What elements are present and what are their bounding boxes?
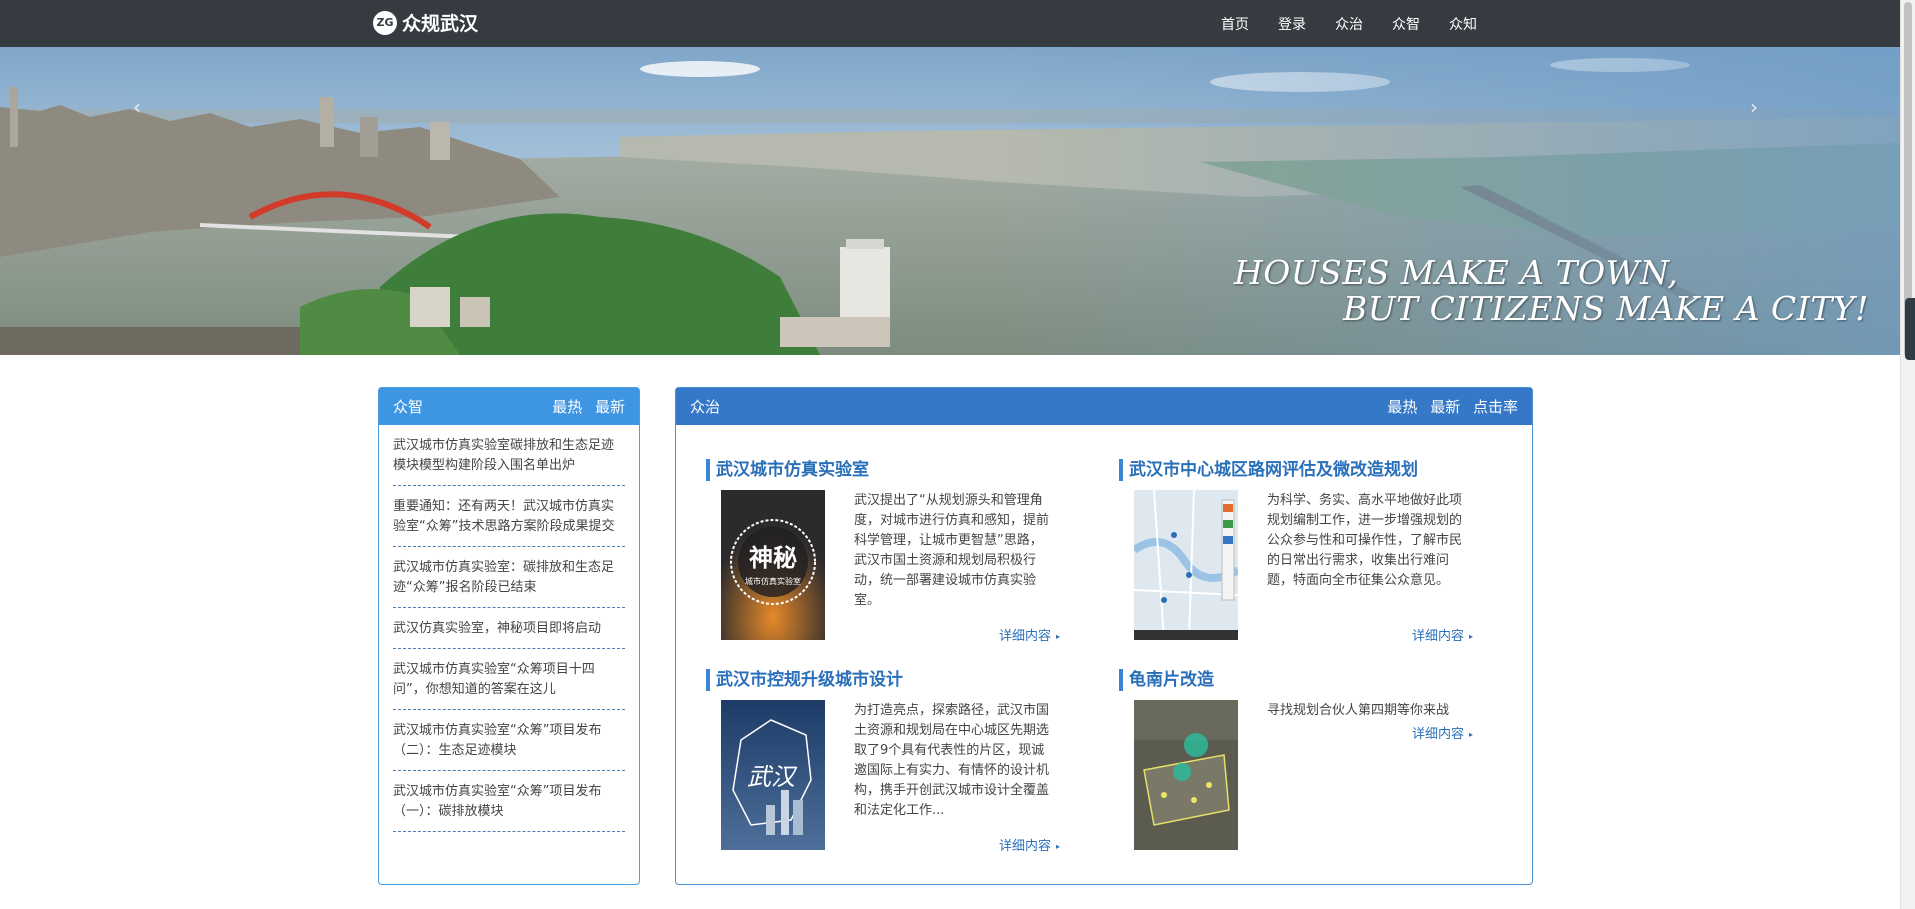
project-card: 武汉市中心城区路网评估及微改造规划 为科学、务实、高水平地做好此项规划编制工作，…	[1119, 459, 1499, 659]
project-card: 武汉市控规升级城市设计 武汉 为打造亮点，探索路径，武汉市国土资源和规划局在中心…	[706, 669, 1086, 869]
panel-title: 众治	[690, 398, 721, 416]
list-item[interactable]: 武汉城市仿真实验室“众筹”项目发布（二）：生态足迹模块	[393, 710, 625, 771]
logo-badge-icon: ZG	[373, 10, 397, 35]
triangle-right-icon: ▸	[1468, 632, 1473, 641]
tab-newest[interactable]: 最新	[1430, 398, 1460, 416]
list-item[interactable]: 武汉仿真实验室，神秘项目即将启动	[393, 608, 625, 649]
side-float-tab[interactable]	[1905, 298, 1915, 360]
road-network-map-image	[1134, 490, 1238, 640]
banner-slogan-line1: HOUSES MAKE A TOWN,	[1234, 253, 1679, 292]
project-card: 龟南片改造 寻找规划合伙人第四期等你来战 详细内容 ▸	[1119, 669, 1499, 869]
card-title[interactable]: 龟南片改造	[1119, 669, 1214, 691]
tab-click-rate[interactable]: 点击率	[1473, 398, 1518, 416]
list-item[interactable]: 武汉城市仿真实验室碳排放和生态足迹模块模型构建阶段入围名单出炉	[393, 425, 625, 486]
nav-login[interactable]: 登录	[1278, 14, 1306, 34]
card-thumbnail[interactable]: 武汉	[721, 700, 825, 850]
card-description: 为科学、务实、高水平地做好此项规划编制工作，进一步增强规划的公众参与性和可操作性…	[1267, 493, 1463, 588]
list-item[interactable]: 武汉城市仿真实验室：碳排放和生态足迹“众筹”报名阶段已结束	[393, 547, 625, 608]
top-navbar: ZG 众规武汉 首页 登录 众治 众智 众知	[0, 0, 1900, 47]
card-more-link[interactable]: 详细内容 ▸	[999, 835, 1060, 854]
site-name: 众规武汉	[402, 13, 479, 35]
panel-tabs: 最热 最新 点击率	[1379, 396, 1518, 417]
hero-banner[interactable]: HOUSES MAKE A TOWN, BUT CITIZENS MAKE A …	[0, 47, 1900, 355]
nav-zhongzhi-wisdom[interactable]: 众智	[1392, 14, 1420, 34]
news-list: 武汉城市仿真实验室碳排放和生态足迹模块模型构建阶段入围名单出炉 重要通知：还有两…	[379, 425, 639, 832]
panel-tabs: 最热 最新	[544, 396, 625, 417]
banner-prev-arrow-icon[interactable]: ‹	[133, 95, 141, 119]
list-item[interactable]: 重要通知：还有两天！武汉城市仿真实验室“众筹”技术思路方案阶段成果提交	[393, 486, 625, 547]
triangle-right-icon: ▸	[1055, 632, 1060, 641]
card-title[interactable]: 武汉市控规升级城市设计	[706, 669, 903, 691]
card-thumbnail[interactable]	[1134, 490, 1238, 640]
card-thumbnail[interactable]	[1134, 700, 1238, 850]
card-title[interactable]: 武汉城市仿真实验室	[706, 459, 869, 481]
project-card: 武汉城市仿真实验室 神秘 城市仿真实验室 武汉提出了“从规划源头和管理角度，对城…	[706, 459, 1086, 659]
panel-title: 众智	[393, 398, 424, 416]
tab-hottest[interactable]: 最热	[552, 398, 582, 416]
card-description: 为打造亮点，探索路径，武汉市国土资源和规划局在中心城区先期选取了9个具有代表性的…	[854, 703, 1050, 818]
triangle-right-icon: ▸	[1468, 730, 1473, 739]
tab-newest[interactable]: 最新	[595, 398, 625, 416]
panel-header: 众治 最热 最新 点击率	[676, 388, 1532, 425]
zhongzhi-wisdom-panel: 众智 最热 最新 武汉城市仿真实验室碳排放和生态足迹模块模型构建阶段入围名单出炉…	[378, 387, 640, 885]
card-more-link[interactable]: 详细内容 ▸	[999, 625, 1060, 644]
aerial-site-image	[1134, 700, 1238, 850]
card-description: 寻找规划合伙人第四期等你来战	[1267, 703, 1450, 718]
card-more-link[interactable]: 详细内容 ▸	[1412, 723, 1473, 742]
banner-slogan-line2: BUT CITIZENS MAKE A CITY!	[1343, 289, 1869, 328]
zhongzhi-governance-panel: 众治 最热 最新 点击率 武汉城市仿真实验室 神秘 城市仿真实验室 武汉提出了“…	[675, 387, 1533, 885]
simulation-lab-poster-image: 神秘 城市仿真实验室	[721, 490, 825, 640]
urban-design-poster-image: 武汉	[721, 700, 825, 850]
main-nav: 首页 登录 众治 众智 众知	[1221, 0, 1506, 47]
list-item[interactable]: 武汉城市仿真实验室“众筹”项目发布（一）：碳排放模块	[393, 771, 625, 832]
tab-hottest[interactable]: 最热	[1387, 398, 1417, 416]
svg-text:武汉: 武汉	[747, 763, 798, 791]
site-logo[interactable]: ZG 众规武汉	[373, 9, 478, 36]
panel-header: 众智 最热 最新	[379, 388, 639, 425]
list-item[interactable]: 武汉城市仿真实验室“众筹项目十四问”，你想知道的答案在这儿	[393, 649, 625, 710]
banner-next-arrow-icon[interactable]: ›	[1750, 95, 1758, 119]
card-thumbnail[interactable]: 神秘 城市仿真实验室	[721, 490, 825, 640]
card-more-link[interactable]: 详细内容 ▸	[1412, 625, 1473, 644]
triangle-right-icon: ▸	[1055, 842, 1060, 851]
page-scrollbar[interactable]	[1900, 0, 1915, 909]
svg-text:神秘: 神秘	[749, 544, 797, 572]
nav-zhongzhi-knowledge[interactable]: 众知	[1449, 14, 1477, 34]
nav-home[interactable]: 首页	[1221, 14, 1249, 34]
card-description: 武汉提出了“从规划源头和管理角度，对城市进行仿真和感知，提前科学管理，让城市更智…	[854, 493, 1050, 608]
card-title[interactable]: 武汉市中心城区路网评估及微改造规划	[1119, 459, 1418, 481]
nav-zhongzhi-governance[interactable]: 众治	[1335, 14, 1363, 34]
svg-text:城市仿真实验室: 城市仿真实验室	[745, 576, 801, 586]
